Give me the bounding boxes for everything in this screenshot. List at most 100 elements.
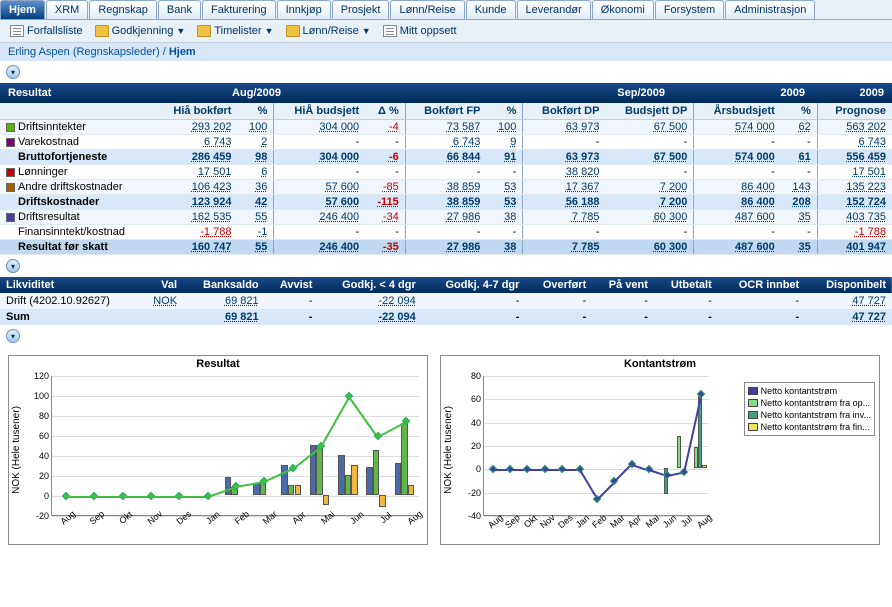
value-link[interactable]: 38 859: [447, 196, 481, 208]
value-link[interactable]: 55: [255, 211, 267, 223]
value-link[interactable]: 17 501: [852, 166, 886, 178]
value-link[interactable]: 69 821: [225, 295, 259, 307]
value-link[interactable]: -35: [383, 241, 399, 253]
value-link[interactable]: 60 300: [654, 211, 688, 223]
value-link[interactable]: 135 223: [846, 181, 886, 193]
value-link[interactable]: 73 587: [447, 121, 481, 133]
value-link[interactable]: 160 747: [192, 241, 232, 253]
tab-økonomi[interactable]: Økonomi: [592, 0, 654, 19]
value-link[interactable]: 69 821: [225, 311, 259, 323]
value-link[interactable]: 86 400: [741, 181, 775, 193]
value-link[interactable]: 56 188: [566, 196, 600, 208]
value-link[interactable]: 38 820: [566, 166, 600, 178]
value-link[interactable]: 304 000: [319, 121, 359, 133]
tab-prosjekt[interactable]: Prosjekt: [332, 0, 390, 19]
value-link[interactable]: 53: [504, 196, 516, 208]
value-link[interactable]: 57 600: [326, 196, 360, 208]
value-link[interactable]: 7 200: [660, 196, 688, 208]
tab-bank[interactable]: Bank: [158, 0, 201, 19]
tab-leverandør[interactable]: Leverandør: [517, 0, 591, 19]
value-link[interactable]: -34: [383, 211, 399, 223]
tab-lønn/reise[interactable]: Lønn/Reise: [390, 0, 464, 19]
value-link[interactable]: 86 400: [741, 196, 775, 208]
value-link[interactable]: 487 600: [735, 241, 775, 253]
value-link[interactable]: 66 844: [447, 151, 481, 163]
value-link[interactable]: 246 400: [319, 241, 359, 253]
value-link[interactable]: 6 743: [204, 136, 232, 148]
value-link[interactable]: -85: [383, 181, 399, 193]
collapse-toggle[interactable]: ▾: [6, 65, 20, 79]
value-link[interactable]: 61: [798, 151, 810, 163]
value-link[interactable]: 6 743: [453, 136, 481, 148]
toolbar-godkjenning[interactable]: Godkjenning▼: [91, 23, 190, 39]
value-link[interactable]: 36: [255, 181, 267, 193]
value-link[interactable]: 35: [798, 241, 810, 253]
value-link[interactable]: 106 423: [192, 181, 232, 193]
value-link[interactable]: 38: [504, 241, 516, 253]
toolbar-mittoppsett[interactable]: Mitt oppsett: [379, 23, 461, 39]
value-link[interactable]: 27 986: [447, 211, 481, 223]
value-link[interactable]: 7 785: [572, 211, 600, 223]
value-link[interactable]: 91: [504, 151, 516, 163]
value-link[interactable]: 38 859: [447, 181, 481, 193]
value-link[interactable]: 401 947: [846, 241, 886, 253]
value-link[interactable]: 62: [798, 121, 810, 133]
value-link[interactable]: 208: [792, 196, 810, 208]
value-link[interactable]: 246 400: [319, 211, 359, 223]
tab-xrm[interactable]: XRM: [46, 0, 88, 19]
value-link[interactable]: -4: [389, 121, 399, 133]
value-link[interactable]: 162 535: [192, 211, 232, 223]
value-link[interactable]: 286 459: [192, 151, 232, 163]
tab-administrasjon[interactable]: Administrasjon: [725, 0, 815, 19]
value-link[interactable]: 55: [255, 241, 267, 253]
toolbar-timelister[interactable]: Timelister▼: [193, 23, 277, 39]
value-link[interactable]: 6: [261, 166, 267, 178]
value-link[interactable]: -22 094: [378, 311, 415, 323]
value-link[interactable]: 67 500: [654, 151, 688, 163]
value-link[interactable]: 57 600: [326, 181, 360, 193]
toolbar-lnnreise[interactable]: Lønn/Reise▼: [282, 23, 375, 39]
toolbar-forfallsliste[interactable]: Forfallsliste: [6, 23, 87, 39]
value-link[interactable]: NOK: [153, 295, 177, 307]
value-link[interactable]: 6 743: [858, 136, 886, 148]
value-link[interactable]: 38: [504, 211, 516, 223]
value-link[interactable]: 47 727: [852, 295, 886, 307]
tab-hjem[interactable]: Hjem: [0, 0, 45, 19]
tab-forsystem[interactable]: Forsystem: [655, 0, 724, 19]
value-link[interactable]: 574 000: [735, 121, 775, 133]
value-link[interactable]: 53: [504, 181, 516, 193]
value-link[interactable]: -1 788: [200, 226, 231, 238]
value-link[interactable]: 17 501: [198, 166, 232, 178]
value-link[interactable]: 100: [498, 121, 516, 133]
tab-fakturering[interactable]: Fakturering: [202, 0, 276, 19]
value-link[interactable]: 60 300: [654, 241, 688, 253]
collapse-toggle-2[interactable]: ▾: [6, 259, 20, 273]
value-link[interactable]: 293 202: [192, 121, 232, 133]
value-link[interactable]: 143: [792, 181, 810, 193]
value-link[interactable]: 574 000: [735, 151, 775, 163]
value-link[interactable]: 27 986: [447, 241, 481, 253]
tab-innkjøp[interactable]: Innkjøp: [277, 0, 331, 19]
value-link[interactable]: 63 973: [566, 151, 600, 163]
value-link[interactable]: 556 459: [846, 151, 886, 163]
tab-kunde[interactable]: Kunde: [466, 0, 516, 19]
value-link[interactable]: 35: [798, 211, 810, 223]
value-link[interactable]: 47 727: [852, 311, 886, 323]
value-link[interactable]: 487 600: [735, 211, 775, 223]
value-link[interactable]: 100: [249, 121, 267, 133]
value-link[interactable]: 152 724: [846, 196, 886, 208]
value-link[interactable]: 67 500: [654, 121, 688, 133]
value-link[interactable]: 98: [255, 151, 267, 163]
value-link[interactable]: 17 367: [566, 181, 600, 193]
collapse-toggle-3[interactable]: ▾: [6, 329, 20, 343]
value-link[interactable]: 42: [255, 196, 267, 208]
tab-regnskap[interactable]: Regnskap: [89, 0, 157, 19]
value-link[interactable]: 7 785: [572, 241, 600, 253]
value-link[interactable]: -22 094: [378, 295, 415, 307]
value-link[interactable]: -115: [377, 196, 398, 208]
value-link[interactable]: 9: [510, 136, 516, 148]
value-link[interactable]: 7 200: [660, 181, 688, 193]
value-link[interactable]: -6: [389, 151, 399, 163]
value-link[interactable]: -1 788: [855, 226, 886, 238]
value-link[interactable]: -1: [258, 226, 268, 238]
